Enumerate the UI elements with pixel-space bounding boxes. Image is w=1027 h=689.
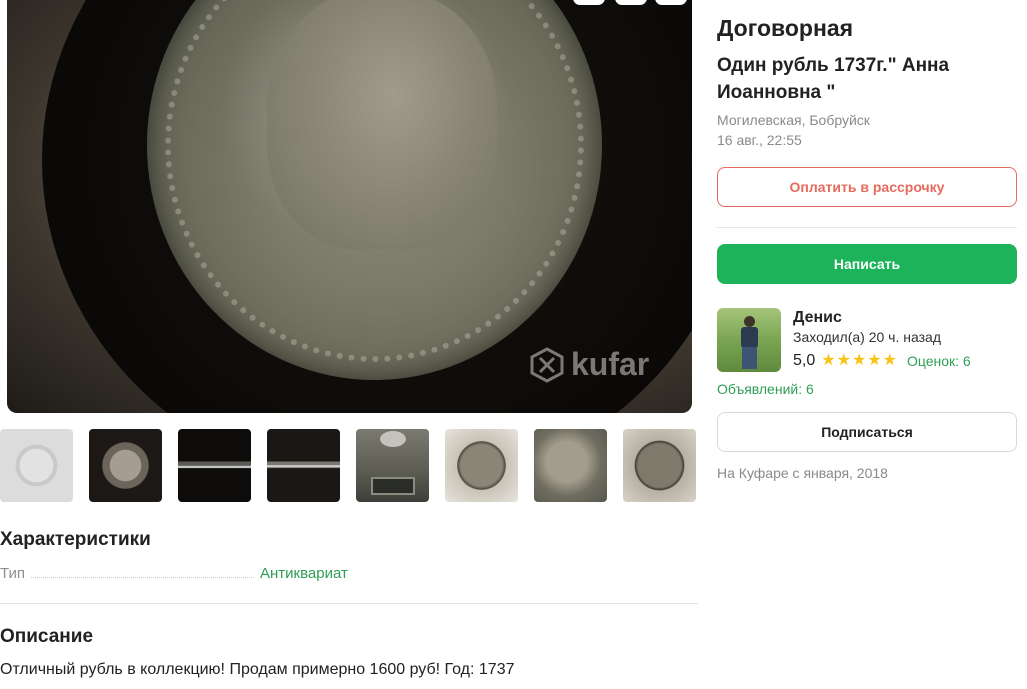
main-photo[interactable]: kufar xyxy=(7,0,692,413)
thumbnail[interactable] xyxy=(356,429,429,502)
thumbnail[interactable] xyxy=(0,429,73,502)
location: Могилевская, Бобруйск xyxy=(717,112,870,128)
watermark-text: kufar xyxy=(571,346,650,382)
member-since: На Куфаре с января, 2018 xyxy=(717,465,888,481)
thumbnail[interactable] xyxy=(445,429,518,502)
rating-score: 5,0 xyxy=(793,352,816,369)
seller-rating: 5,0 ★ ★ ★ ★ ★ Оценок: 6 xyxy=(793,352,971,370)
thumbnail[interactable] xyxy=(89,429,162,502)
rating-stars: ★ ★ ★ ★ ★ xyxy=(821,353,897,369)
listing-title: Один рубль 1737г." Анна Иоанновна " xyxy=(717,55,950,103)
watermark: kufar xyxy=(529,346,649,383)
gallery-control-1[interactable] xyxy=(573,0,605,5)
avatar-person-body xyxy=(741,327,758,348)
reviews-link[interactable]: Оценок: 6 xyxy=(907,353,971,369)
write-button[interactable]: Написать xyxy=(717,244,1017,284)
star-icon: ★ xyxy=(882,352,897,369)
divider xyxy=(0,603,698,604)
star-icon: ★ xyxy=(821,352,836,369)
coin-portrait xyxy=(267,0,497,250)
characteristics-title: Характеристики xyxy=(0,529,151,550)
subscribe-button[interactable]: Подписаться xyxy=(717,412,1017,452)
kufar-logo-icon xyxy=(530,346,564,383)
description-text: Отличный рубль в коллекцию! Продам приме… xyxy=(0,661,515,678)
characteristic-row: Тип Антиквариат xyxy=(0,565,360,582)
star-icon: ★ xyxy=(867,352,882,369)
star-icon: ★ xyxy=(836,352,851,369)
gallery-control-2[interactable] xyxy=(615,0,647,5)
seller-last-seen: Заходил(а) 20 ч. назад xyxy=(793,329,941,345)
seller-ads-link[interactable]: Объявлений: 6 xyxy=(717,381,814,397)
characteristic-key: Тип xyxy=(0,565,26,582)
thumbnail[interactable] xyxy=(623,429,696,502)
description-title: Описание xyxy=(0,626,94,647)
scale-coin xyxy=(380,431,406,447)
price: Договорная xyxy=(717,15,854,41)
thumbnail-strip xyxy=(0,429,696,502)
thumbnail[interactable] xyxy=(534,429,607,502)
seller-avatar[interactable] xyxy=(717,308,781,372)
avatar-person-legs xyxy=(742,347,757,369)
installment-button[interactable]: Оплатить в рассрочку xyxy=(717,167,1017,207)
characteristic-value[interactable]: Антиквариат xyxy=(260,565,348,582)
scale-display xyxy=(371,477,415,495)
gallery-control-3[interactable] xyxy=(655,0,687,5)
avatar-person-head xyxy=(744,316,755,327)
thumbnail[interactable] xyxy=(267,429,340,502)
divider xyxy=(717,227,1017,228)
seller-name[interactable]: Денис xyxy=(793,309,842,327)
thumbnail[interactable] xyxy=(178,429,251,502)
dotted-leader xyxy=(31,566,255,578)
star-icon: ★ xyxy=(851,352,867,369)
listing-date: 16 авг., 22:55 xyxy=(717,132,802,148)
